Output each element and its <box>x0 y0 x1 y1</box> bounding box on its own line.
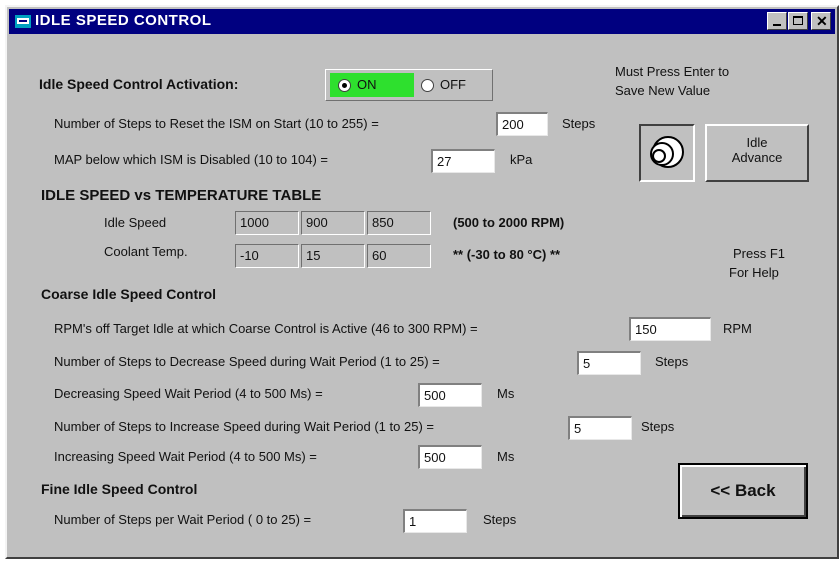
reset-steps-input[interactable]: 200 <box>496 112 548 136</box>
coarse-row-1-label: RPM's off Target Idle at which Coarse Co… <box>54 321 478 336</box>
title-bar: IDLE SPEED CONTROL ✕ <box>9 9 835 34</box>
close-button[interactable]: ✕ <box>811 12 831 30</box>
coarse-row-5-unit: Ms <box>497 449 515 464</box>
fine-steps-label: Number of Steps per Wait Period ( 0 to 2… <box>54 512 312 527</box>
idle-speed-row-label: Idle Speed <box>104 215 167 230</box>
activation-label: Idle Speed Control Activation: <box>39 76 239 92</box>
help-note-line2: For Help <box>729 265 779 280</box>
back-button-label: << Back <box>710 481 776 500</box>
idle-speed-cell-3[interactable]: 850 <box>367 211 431 235</box>
enter-note-line2: Save New Value <box>615 83 711 98</box>
fine-steps-unit: Steps <box>483 512 517 527</box>
temp-table-heading: IDLE SPEED vs TEMPERATURE TABLE <box>41 187 322 204</box>
minimize-icon <box>773 24 781 26</box>
window-title: IDLE SPEED CONTROL <box>35 12 212 29</box>
coarse-row-2-unit: Steps <box>655 354 689 369</box>
coarse-row-3-label: Decreasing Speed Wait Period (4 to 500 M… <box>54 386 323 401</box>
enter-note-line1: Must Press Enter to <box>615 64 730 79</box>
map-disable-input[interactable]: 27 <box>431 149 495 173</box>
coarse-row-4-label: Number of Steps to Increase Speed during… <box>54 419 434 434</box>
app-icon <box>15 15 31 28</box>
coarse-row-1-unit: RPM <box>723 321 752 336</box>
distributor-toggle-button[interactable] <box>639 124 695 182</box>
maximize-button[interactable] <box>788 12 808 30</box>
coolant-temp-row-label: Coolant Temp. <box>104 244 188 259</box>
radio-on-indicator <box>338 79 351 92</box>
coarse-row-2-label: Number of Steps to Decrease Speed during… <box>54 354 440 369</box>
coarse-row-4-unit: Steps <box>641 419 675 434</box>
distributor-icon <box>650 136 684 168</box>
reset-steps-label: Number of Steps to Reset the ISM on Star… <box>54 116 379 131</box>
coarse-increase-wait-input[interactable]: 500 <box>418 445 482 469</box>
reset-steps-unit: Steps <box>562 116 596 131</box>
idle-speed-cell-2[interactable]: 900 <box>301 211 365 235</box>
map-disable-label: MAP below which ISM is Disabled (10 to 1… <box>54 152 328 167</box>
radio-on-label: ON <box>357 77 377 92</box>
idle-advance-button[interactable]: Idle Advance <box>705 124 809 182</box>
close-icon: ✕ <box>816 13 828 29</box>
radio-off[interactable]: OFF <box>416 73 486 97</box>
radio-off-indicator <box>421 79 434 92</box>
coarse-decrease-wait-input[interactable]: 500 <box>418 383 482 407</box>
minimize-button[interactable] <box>767 12 787 30</box>
maximize-icon <box>793 16 803 25</box>
coarse-row-5-label: Increasing Speed Wait Period (4 to 500 M… <box>54 449 317 464</box>
activation-radio-group: ON OFF <box>325 69 493 101</box>
back-button[interactable]: << Back <box>678 463 808 519</box>
coolant-temp-range: ** (-30 to 80 °C) ** <box>453 247 561 262</box>
fine-steps-input[interactable]: 1 <box>403 509 467 533</box>
idle-advance-label-line1: Idle <box>746 135 768 150</box>
map-disable-unit: kPa <box>510 152 533 167</box>
coarse-rpm-off-target-input[interactable]: 150 <box>629 317 711 341</box>
fine-heading: Fine Idle Speed Control <box>41 481 198 497</box>
idle-advance-label-line2: Advance <box>731 150 783 165</box>
idle-speed-cell-1[interactable]: 1000 <box>235 211 299 235</box>
idle-speed-control-window: IDLE SPEED CONTROL ✕ Idle Speed Control … <box>5 5 839 559</box>
coolant-temp-cell-3[interactable]: 60 <box>367 244 431 268</box>
help-note-line1: Press F1 <box>733 246 786 261</box>
coarse-decrease-steps-input[interactable]: 5 <box>577 351 641 375</box>
radio-off-label: OFF <box>440 77 466 92</box>
coarse-heading: Coarse Idle Speed Control <box>41 286 217 302</box>
coolant-temp-cell-1[interactable]: -10 <box>235 244 299 268</box>
coarse-row-3-unit: Ms <box>497 386 515 401</box>
idle-speed-range: (500 to 2000 RPM) <box>453 215 565 230</box>
coolant-temp-cell-2[interactable]: 15 <box>301 244 365 268</box>
coarse-increase-steps-input[interactable]: 5 <box>568 416 632 440</box>
radio-on[interactable]: ON <box>330 73 414 97</box>
